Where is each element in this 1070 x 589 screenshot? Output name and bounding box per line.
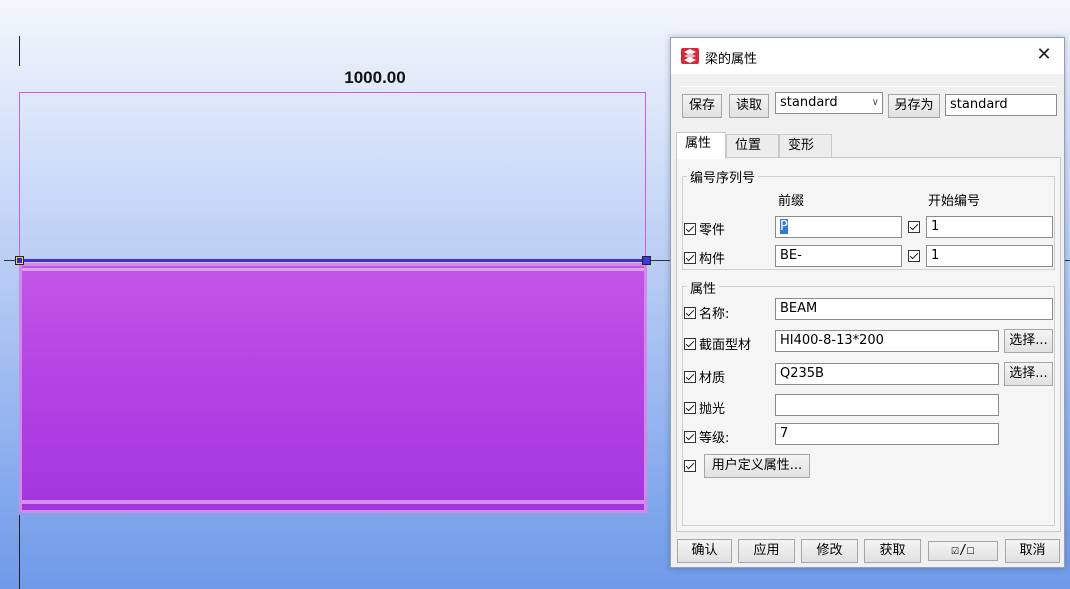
class-label: 等级: [699,431,730,446]
name-input[interactable]: BEAM [775,298,1053,320]
material-input[interactable]: Q235B [775,363,999,385]
user-defined-attributes-button[interactable]: 用户定义属性... [704,454,810,478]
dimension-extent-box [19,92,646,260]
class-checkbox[interactable] [684,430,696,443]
finish-label: 抛光 [699,402,726,417]
name-row: 名称: [684,303,729,322]
preset-select[interactable]: standard ∨ [775,92,883,114]
attributes-legend: 属性 [687,278,720,297]
save-button[interactable]: 保存 [682,94,722,118]
beam-flange-bottom [22,500,644,504]
beam-body[interactable] [19,263,647,513]
toggle-all-checkboxes-button[interactable]: ☑/☐ [928,541,998,561]
dialog-titlebar[interactable]: 梁的属性 ✕ [671,38,1064,74]
beam-start-handle[interactable] [15,256,24,265]
name-label: 名称: [699,307,730,322]
assembly-start-input[interactable]: 1 [926,245,1053,267]
dialog-footer: 确认 应用 修改 获取 ☑/☐ 取消 [671,537,1064,567]
preset-toolbar: 保存 读取 standard ∨ 另存为 standard [679,86,1057,125]
finish-row: 抛光 [684,398,725,417]
material-label: 材质 [699,371,726,386]
dialog-title: 梁的属性 [705,52,758,67]
beam-flange-top [22,268,644,271]
tab-attributes[interactable]: 属性 [676,132,726,159]
part-start-input[interactable]: 1 [926,216,1053,238]
profile-input[interactable]: HI400-8-13*200 [775,330,999,352]
assembly-start-checkbox[interactable] [908,250,920,262]
cancel-button[interactable]: 取消 [1005,539,1060,563]
grid-line-vertical-bottom [19,515,20,589]
prefix-column-header: 前缀 [778,194,805,209]
dimension-label: 1000.00 [344,68,406,87]
material-row: 材质 [684,367,725,386]
profile-row: 截面型材 [684,334,751,353]
save-as-button[interactable]: 另存为 [888,94,940,118]
finish-input[interactable] [775,394,999,416]
profile-select-button[interactable]: 选择... [1004,329,1053,353]
profile-checkbox[interactable] [684,337,696,350]
udf-row [684,460,696,472]
tab-position[interactable]: 位置 [726,134,779,158]
class-input[interactable]: 7 [775,423,999,445]
load-button[interactable]: 读取 [729,94,769,118]
beam-properties-dialog: 梁的属性 ✕ 保存 读取 standard ∨ 另存为 standard 属性 … [670,37,1065,568]
grid-line-vertical-top [19,36,20,66]
assembly-checkbox[interactable] [684,251,696,264]
profile-label: 截面型材 [699,338,752,353]
udf-checkbox[interactable] [684,460,696,472]
beam-reference-line[interactable] [19,259,647,262]
attributes-panel: 编号序列号 前缀 开始编号 零件 P 1 构件 BE- 1 属性 名称: BEA… [676,157,1061,532]
part-prefix-value: P [780,219,788,234]
apply-button[interactable]: 应用 [738,539,795,563]
assembly-row: 构件 [684,248,725,267]
tab-deformation[interactable]: 变形 [779,134,832,158]
material-checkbox[interactable] [684,370,696,383]
close-button[interactable]: ✕ [1032,44,1056,68]
chevron-down-icon: ∨ [871,97,879,108]
assembly-label: 构件 [699,252,726,267]
save-as-name-input[interactable]: standard [945,94,1057,116]
finish-checkbox[interactable] [684,401,696,414]
app-logo-icon [681,48,699,64]
material-select-button[interactable]: 选择... [1004,362,1053,386]
preset-select-value: standard [780,95,838,110]
modify-button[interactable]: 修改 [801,539,858,563]
class-row: 等级: [684,427,729,446]
numbering-legend: 编号序列号 [687,167,759,186]
beam-end-handle[interactable] [642,256,651,265]
start-number-column-header: 开始编号 [928,194,981,209]
ok-button[interactable]: 确认 [677,539,732,563]
assembly-prefix-input[interactable]: BE- [775,245,902,267]
close-icon: ✕ [1036,44,1052,65]
part-prefix-input[interactable]: P [775,216,902,238]
part-row: 零件 [684,219,725,238]
part-start-checkbox[interactable] [908,221,920,233]
get-button[interactable]: 获取 [864,539,921,563]
name-checkbox[interactable] [684,306,696,319]
part-label: 零件 [699,223,726,238]
part-checkbox[interactable] [684,222,696,235]
